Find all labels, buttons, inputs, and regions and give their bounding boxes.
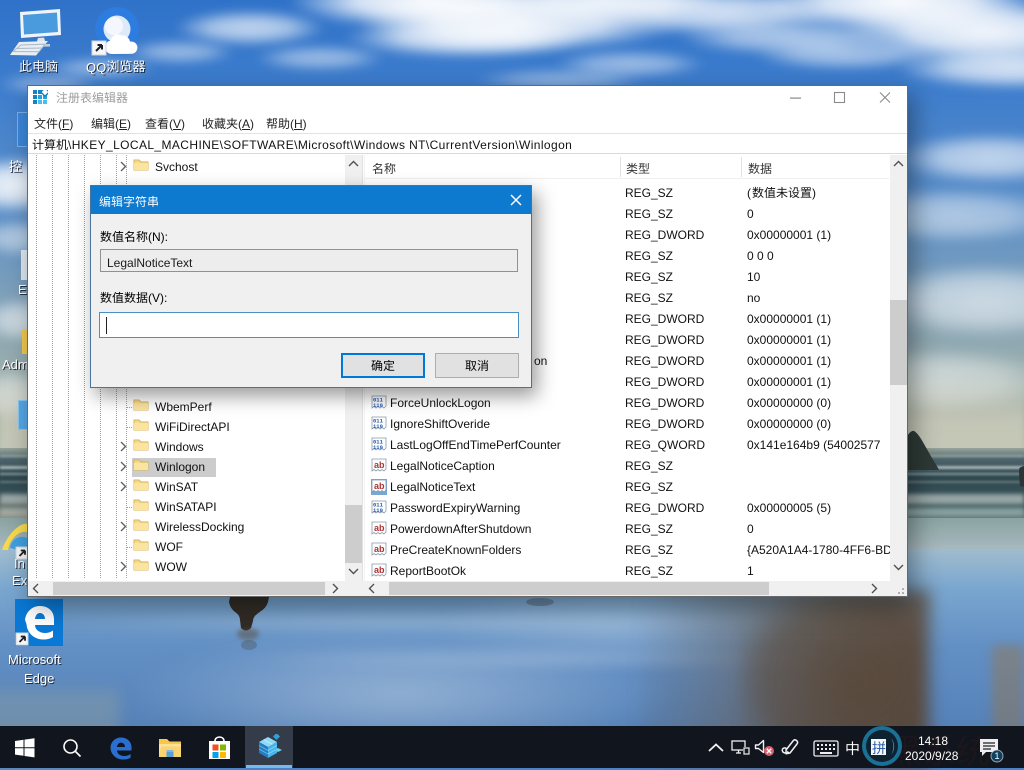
svg-text:1: 1	[994, 751, 999, 761]
